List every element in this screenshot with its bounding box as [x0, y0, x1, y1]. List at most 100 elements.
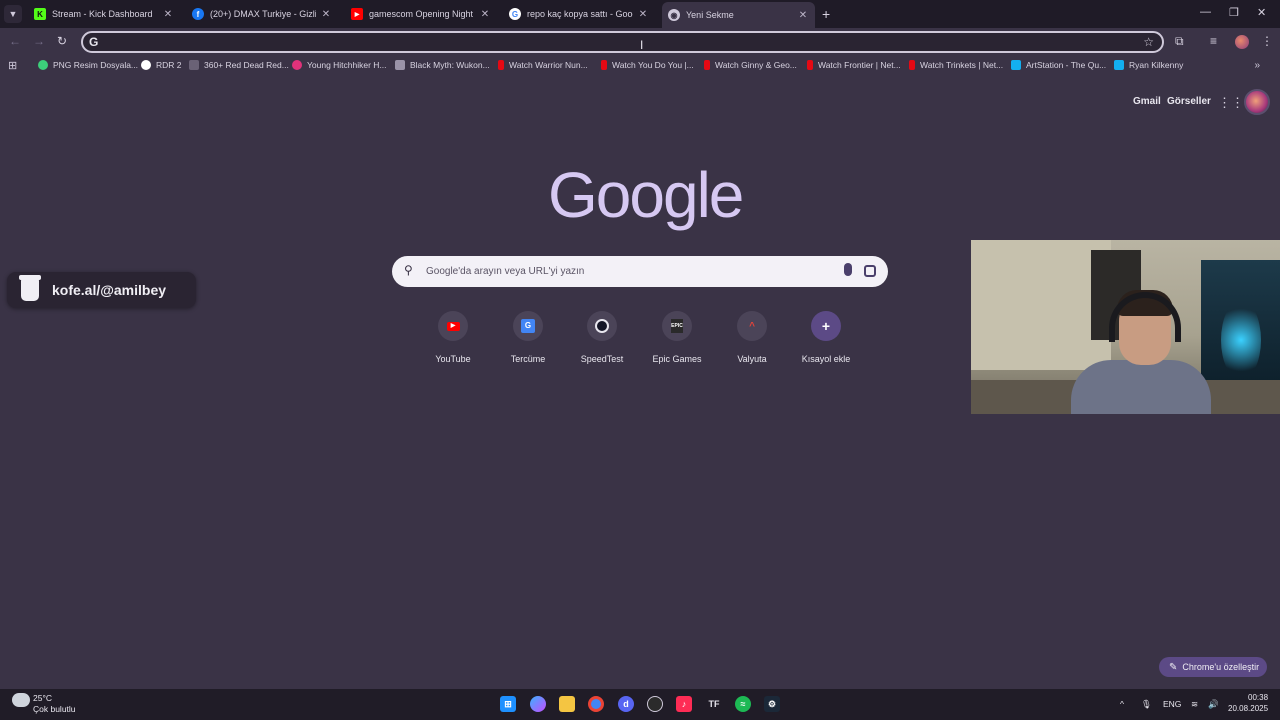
forward-icon[interactable]: →	[33, 34, 45, 48]
copilot-icon[interactable]	[530, 696, 546, 712]
netflix-icon	[704, 60, 710, 70]
discord-icon[interactable]: d	[618, 696, 634, 712]
close-tab-icon[interactable]: ✕	[320, 9, 332, 20]
wifi-icon[interactable]: ≋	[1191, 699, 1198, 710]
leaf-icon	[38, 60, 48, 70]
reload-icon[interactable]: ↻	[57, 34, 67, 48]
tab-title: repo kaç kopya sattı - Google'da	[527, 9, 633, 19]
bookmark-item[interactable]: Watch Trinkets | Net...	[909, 60, 1003, 70]
taskbar	[0, 689, 1280, 720]
bookmark-star-icon[interactable]: ☆	[1143, 35, 1154, 49]
artstation-icon	[1011, 60, 1021, 70]
google-lens-icon[interactable]	[864, 265, 876, 277]
close-window-icon[interactable]: ✕	[1257, 6, 1266, 19]
bookmark-item[interactable]: PNG Resim Dosyala...	[38, 60, 138, 70]
google-icon: G	[509, 8, 521, 20]
shortcut-youtube[interactable]: ▶ YouTube	[417, 311, 489, 364]
tab-new-tab[interactable]: ◉ Yeni Sekme ✕	[662, 2, 815, 28]
shortcut-speedtest[interactable]: SpeedTest	[566, 311, 638, 364]
bookmark-item[interactable]: 360+ Red Dead Red...	[189, 60, 289, 70]
tab-kick[interactable]: K Stream - Kick Dashboard ✕	[28, 3, 180, 25]
chrome-icon: ◉	[668, 9, 680, 21]
text-cursor-icon: I	[640, 38, 644, 52]
coffee-cup-icon	[19, 275, 41, 301]
windows-start-icon[interactable]: ⊞	[500, 696, 516, 712]
shortcut-add[interactable]: + Kısayol ekle	[790, 311, 862, 364]
profile-avatar[interactable]	[1235, 35, 1249, 49]
youtube-icon: ▶	[438, 311, 468, 341]
tab-title: Yeni Sekme	[686, 10, 734, 20]
pencil-icon: ✎	[1169, 661, 1178, 673]
restore-icon[interactable]: ❐	[1229, 6, 1239, 19]
gmail-link[interactable]: Gmail	[1133, 96, 1161, 107]
file-explorer-icon[interactable]	[559, 696, 575, 712]
shortcut-epic-games[interactable]: EPIC Epic Games	[641, 311, 713, 364]
menu-icon[interactable]: ⋮	[1261, 34, 1273, 48]
page-icon	[395, 60, 405, 70]
tf-app-icon[interactable]: TF	[706, 696, 722, 712]
more-bookmarks-icon[interactable]: »	[1254, 60, 1260, 71]
youtube-icon: ▶	[351, 8, 363, 20]
show-hidden-icons[interactable]: ^	[1120, 699, 1124, 709]
netflix-icon	[807, 60, 813, 70]
search-icon: ⚲	[404, 263, 413, 277]
bookmark-item[interactable]: RDR 2	[141, 60, 182, 70]
netflix-icon	[601, 60, 607, 70]
tab-youtube[interactable]: ▶ gamescom Opening Night Live ✕	[345, 3, 497, 25]
images-link[interactable]: Görseller	[1167, 96, 1211, 107]
customize-chrome-button[interactable]: ✎ Chrome'u özelleştir	[1159, 657, 1267, 677]
search-placeholder: Google'da arayın veya URL'yi yazın	[426, 266, 585, 277]
language-indicator[interactable]: ENG	[1163, 699, 1181, 709]
minimize-icon[interactable]: —	[1200, 6, 1211, 18]
account-avatar[interactable]	[1244, 89, 1270, 115]
tab-facebook[interactable]: f (20+) DMAX Turkiye - Gizli Mily ✕	[186, 3, 338, 25]
bookmark-item[interactable]: Watch Frontier | Net...	[807, 60, 901, 70]
address-bar[interactable]: G ☆	[81, 31, 1164, 53]
weather-description[interactable]: Çok bulutlu	[33, 704, 76, 714]
bookmark-item[interactable]: Young Hitchhiker H...	[292, 60, 387, 70]
volume-icon[interactable]: 🔊	[1208, 699, 1219, 710]
facebook-icon: f	[192, 8, 204, 20]
clock-date[interactable]: 20.08.2025	[1228, 704, 1268, 713]
steam-icon[interactable]: ⚙	[764, 696, 780, 712]
extensions-icon[interactable]: ⧉	[1175, 34, 1184, 49]
tab-strip: ▼ K Stream - Kick Dashboard ✕ f (20+) DM…	[0, 0, 1280, 28]
webcam-feed	[971, 240, 1280, 414]
clock-time[interactable]: 00:38	[1248, 693, 1268, 702]
page-icon	[189, 60, 199, 70]
close-tab-icon[interactable]: ✕	[637, 9, 649, 20]
bookmark-item[interactable]: ArtStation - The Qu...	[1011, 60, 1106, 70]
weather-temperature[interactable]: 25°C	[33, 693, 52, 703]
close-tab-icon[interactable]: ✕	[162, 9, 174, 20]
back-icon[interactable]: ←	[9, 34, 21, 48]
tab-search-button[interactable]: ▼	[4, 5, 22, 23]
microphone-icon[interactable]	[844, 263, 852, 276]
bookmark-item[interactable]: Ryan Kilkenny	[1114, 60, 1183, 70]
tab-google-search[interactable]: G repo kaç kopya sattı - Google'da ✕	[503, 3, 655, 25]
close-tab-icon[interactable]: ✕	[479, 9, 491, 20]
valyuta-icon: ^	[737, 311, 767, 341]
google-icon: G	[89, 35, 99, 49]
microphone-tray-icon[interactable]: 🎙	[1141, 699, 1152, 710]
shortcut-valyuta[interactable]: ^ Valyuta	[716, 311, 788, 364]
search-box[interactable]: ⚲ Google'da arayın veya URL'yi yazın	[392, 256, 888, 287]
netflix-icon	[909, 60, 915, 70]
shortcut-translate[interactable]: G Tercüme	[492, 311, 564, 364]
kick-icon: K	[34, 8, 46, 20]
new-tab-button[interactable]: +	[822, 6, 830, 22]
bookmarks-bar: ⊞ PNG Resim Dosyala... RDR 2 360+ Red De…	[0, 57, 1280, 77]
weather-cloud-icon[interactable]	[12, 693, 30, 707]
apps-grid-icon[interactable]: ⊞	[8, 59, 17, 72]
bookmark-item[interactable]: Watch You Do You |...	[601, 60, 694, 70]
bookmark-item[interactable]: Watch Warrior Nun...	[498, 60, 588, 70]
chatgpt-icon[interactable]	[647, 696, 663, 712]
site-icon	[292, 60, 302, 70]
bookmark-item[interactable]: Black Myth: Wukon...	[395, 60, 490, 70]
chrome-icon[interactable]	[588, 696, 604, 712]
tab-title: (20+) DMAX Turkiye - Gizli Mily	[210, 9, 316, 19]
close-tab-icon[interactable]: ✕	[797, 10, 809, 21]
media-controls-icon[interactable]: ≡	[1210, 34, 1217, 48]
spotify-icon[interactable]: ≈	[735, 696, 751, 712]
tiktok-icon[interactable]: ♪	[676, 696, 692, 712]
bookmark-item[interactable]: Watch Ginny & Geo...	[704, 60, 797, 70]
